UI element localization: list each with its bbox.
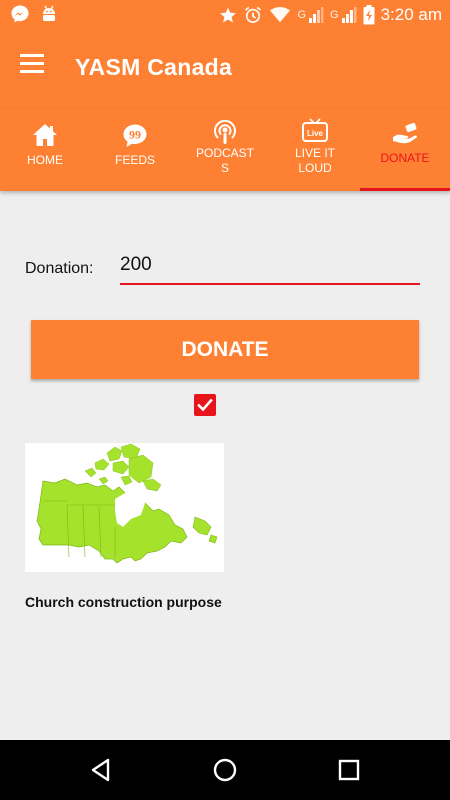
donate-hand-icon: [393, 123, 417, 144]
tab-feeds[interactable]: 99 FEEDS: [90, 108, 180, 191]
podcast-icon: [214, 119, 236, 144]
donation-amount-input[interactable]: [120, 253, 420, 285]
svg-text:Live: Live: [307, 129, 324, 138]
wifi-icon: [270, 7, 291, 23]
alarm-icon: [245, 6, 262, 23]
tab-live-it-loud[interactable]: Live LIVE IT LOUD: [270, 108, 360, 191]
home-circle-icon[interactable]: [210, 755, 240, 785]
app-title: YASM Canada: [75, 54, 233, 80]
tab-home[interactable]: HOME: [0, 108, 90, 191]
battery-charging-icon: [363, 5, 375, 25]
app-bar: YASM Canada: [0, 30, 450, 108]
tab-label: LIVE IT LOUD: [294, 146, 335, 175]
hamburger-menu-icon[interactable]: [20, 54, 50, 80]
tab-bar: HOME 99 FEEDS PODCAST S Live LIVE IT LOU…: [0, 108, 450, 191]
status-time: 3:20 am: [380, 5, 442, 24]
home-icon: [33, 124, 57, 146]
signal-icon: [309, 7, 324, 23]
live-tv-icon: Live: [302, 118, 328, 142]
confirm-checkbox[interactable]: [194, 394, 216, 416]
tab-label: HOME: [27, 153, 63, 167]
navigation-bar: [0, 740, 450, 800]
svg-text:99: 99: [129, 128, 141, 142]
donation-label: Donation:: [25, 260, 94, 277]
signal-icon: [341, 7, 357, 23]
tab-podcasts[interactable]: PODCAST S: [180, 108, 270, 191]
tab-label: FEEDS: [114, 153, 155, 167]
star-icon: [220, 7, 237, 23]
network-type-1: G: [297, 9, 306, 21]
messenger-icon: [11, 5, 29, 23]
canada-map-image: [25, 443, 224, 572]
checkmark-icon: [197, 398, 213, 412]
network-type-2: G: [330, 9, 339, 21]
tab-label: DONATE: [380, 151, 430, 165]
purpose-caption: Church construction purpose: [25, 594, 222, 610]
tab-label: PODCAST S: [195, 146, 254, 175]
back-icon[interactable]: [86, 755, 116, 785]
android-icon: [43, 5, 55, 21]
donate-button[interactable]: DONATE: [31, 320, 419, 379]
status-bar: G G 3:20 am: [0, 0, 450, 30]
speech-bubble-icon: 99: [123, 124, 147, 147]
recents-square-icon[interactable]: [334, 755, 364, 785]
tab-donate[interactable]: DONATE: [360, 108, 450, 191]
